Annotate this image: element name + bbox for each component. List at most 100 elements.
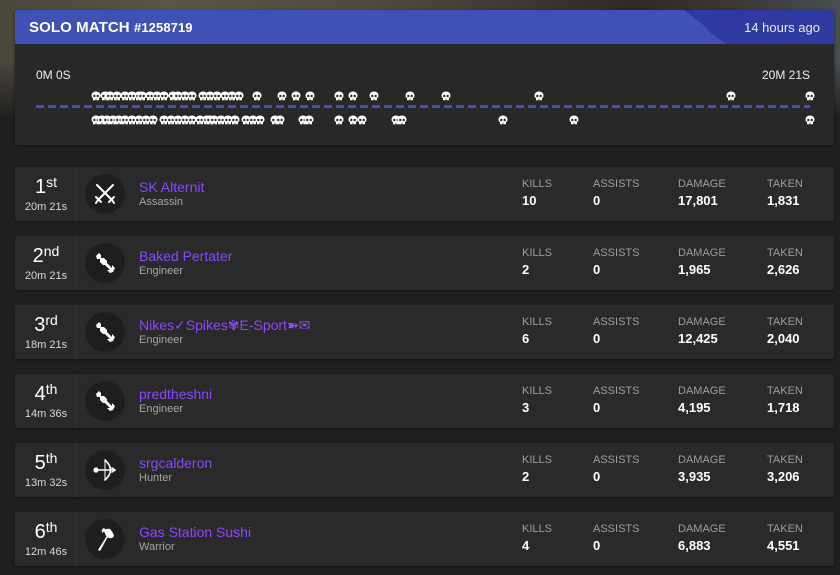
placement-cell: 3rd 18m 21s bbox=[15, 305, 77, 359]
kills-label: KILLS bbox=[522, 178, 552, 190]
assists-stat: ASSISTS 0 bbox=[593, 454, 639, 484]
kills-stat: KILLS 2 bbox=[522, 454, 552, 484]
assists-value: 0 bbox=[593, 262, 601, 277]
kill-skull-icon[interactable] bbox=[441, 88, 451, 101]
taken-stat: TAKEN 2,040 bbox=[767, 316, 803, 346]
assists-stat: ASSISTS 0 bbox=[593, 316, 639, 346]
damage-stat: DAMAGE 3,935 bbox=[678, 454, 726, 484]
assists-value: 0 bbox=[593, 400, 601, 415]
assists-stat: ASSISTS 0 bbox=[593, 247, 639, 277]
kill-skull-icon[interactable] bbox=[805, 88, 815, 101]
kill-skull-icon[interactable] bbox=[230, 112, 240, 125]
damage-stat: DAMAGE 4,195 bbox=[678, 385, 726, 415]
kill-skull-icon[interactable] bbox=[277, 88, 287, 101]
damage-label: DAMAGE bbox=[678, 385, 726, 397]
placement: 3rd bbox=[34, 312, 58, 336]
assists-label: ASSISTS bbox=[593, 454, 640, 466]
kills-value: 6 bbox=[522, 331, 530, 346]
kills-label: KILLS bbox=[522, 316, 552, 328]
class-avatar bbox=[85, 243, 125, 283]
player-name[interactable]: SK Alternit bbox=[139, 179, 204, 195]
kill-skull-icon[interactable] bbox=[357, 112, 367, 125]
taken-value: 4,551 bbox=[767, 538, 800, 553]
damage-label: DAMAGE bbox=[678, 178, 726, 190]
damage-value: 17,801 bbox=[678, 193, 718, 208]
player-name[interactable]: Baked Pertater bbox=[139, 248, 232, 264]
taken-stat: TAKEN 3,206 bbox=[767, 454, 803, 484]
kill-skull-icon[interactable] bbox=[187, 88, 197, 101]
bow-icon bbox=[92, 457, 118, 483]
kills-stat: KILLS 6 bbox=[522, 316, 552, 346]
kill-skull-icon[interactable] bbox=[397, 112, 407, 125]
kill-skull-icon[interactable] bbox=[234, 88, 244, 101]
timeline-end-label: 20M 21S bbox=[761, 68, 810, 82]
kill-skull-icon[interactable] bbox=[252, 88, 262, 101]
survival-time: 20m 21s bbox=[24, 201, 68, 213]
kill-skull-icon[interactable] bbox=[148, 112, 158, 125]
damage-value: 4,195 bbox=[678, 400, 711, 415]
class-avatar bbox=[85, 519, 125, 559]
taken-label: TAKEN bbox=[767, 385, 803, 397]
kill-skull-icon[interactable] bbox=[498, 112, 508, 125]
kills-value: 2 bbox=[522, 469, 530, 484]
timeline-start-label: 0M 0S bbox=[36, 68, 71, 82]
damage-stat: DAMAGE 17,801 bbox=[678, 178, 726, 208]
placement-cell: 1st 20m 21s bbox=[15, 167, 77, 221]
player-name[interactable]: Gas Station Sushi bbox=[139, 524, 251, 540]
damage-stat: DAMAGE 6,883 bbox=[678, 523, 726, 553]
survival-time: 14m 36s bbox=[24, 408, 68, 420]
assists-value: 0 bbox=[593, 193, 601, 208]
kill-skull-icon[interactable] bbox=[275, 112, 285, 125]
kill-skull-icon[interactable] bbox=[726, 88, 736, 101]
assists-label: ASSISTS bbox=[593, 247, 640, 259]
kill-skull-icon[interactable] bbox=[334, 88, 344, 101]
taken-value: 3,206 bbox=[767, 469, 800, 484]
taken-label: TAKEN bbox=[767, 454, 803, 466]
kills-label: KILLS bbox=[522, 247, 552, 259]
kill-skull-icon[interactable] bbox=[348, 88, 358, 101]
player-row[interactable]: 6th 12m 46s Gas Station Sushi Warrior KI… bbox=[15, 512, 834, 566]
kill-skull-icon[interactable] bbox=[569, 112, 579, 125]
kills-label: KILLS bbox=[522, 385, 552, 397]
kill-skull-icon[interactable] bbox=[369, 88, 379, 101]
wrench-icon bbox=[92, 388, 118, 414]
kill-skull-icon[interactable] bbox=[534, 88, 544, 101]
player-name[interactable]: srgcalderon bbox=[139, 455, 212, 471]
damage-label: DAMAGE bbox=[678, 523, 726, 535]
assists-stat: ASSISTS 0 bbox=[593, 385, 639, 415]
kill-skull-icon[interactable] bbox=[291, 88, 301, 101]
match-summary-card: SOLO MATCH #1258719 14 hours ago 0M 0S 2… bbox=[15, 10, 834, 145]
survival-time: 18m 21s bbox=[24, 339, 68, 351]
kill-skull-icon[interactable] bbox=[405, 88, 415, 101]
placement: 4th bbox=[34, 381, 58, 405]
wrench-icon bbox=[92, 250, 118, 276]
player-row[interactable]: 4th 14m 36s predtheshni Engineer KILLS 3… bbox=[15, 374, 834, 428]
taken-value: 1,718 bbox=[767, 400, 800, 415]
kill-skull-icon[interactable] bbox=[305, 88, 315, 101]
player-row[interactable]: 3rd 18m 21s Nikes✓Spikes✾E-Sport➽✉ Engin… bbox=[15, 305, 834, 359]
kill-skull-icon[interactable] bbox=[805, 112, 815, 125]
player-class: Engineer bbox=[139, 334, 184, 346]
kills-value: 10 bbox=[522, 193, 537, 208]
damage-label: DAMAGE bbox=[678, 316, 726, 328]
survival-time: 13m 32s bbox=[24, 477, 68, 489]
crossed-swords-icon bbox=[92, 181, 118, 207]
survival-time: 12m 46s bbox=[24, 546, 68, 558]
player-row[interactable]: 2nd 20m 21s Baked Pertater Engineer KILL… bbox=[15, 236, 834, 290]
damage-label: DAMAGE bbox=[678, 454, 726, 466]
taken-stat: TAKEN 2,626 bbox=[767, 247, 803, 277]
kill-timeline: 0M 0S 20M 21S bbox=[15, 44, 834, 145]
class-avatar bbox=[85, 312, 125, 352]
kill-skull-icon[interactable] bbox=[255, 112, 265, 125]
kill-skull-icon[interactable] bbox=[334, 112, 344, 125]
player-class: Warrior bbox=[139, 541, 175, 553]
player-name[interactable]: Nikes✓Spikes✾E-Sport➽✉ bbox=[139, 317, 310, 334]
match-header: SOLO MATCH #1258719 14 hours ago bbox=[15, 10, 834, 44]
player-row[interactable]: 1st 20m 21s SK Alternit Assassin KILLS 1… bbox=[15, 167, 834, 221]
axe-icon bbox=[92, 526, 118, 552]
placement: 1st bbox=[34, 174, 57, 198]
kill-skull-icon[interactable] bbox=[304, 112, 314, 125]
player-name[interactable]: predtheshni bbox=[139, 386, 212, 402]
player-row[interactable]: 5th 13m 32s srgcalderon Hunter KILLS 2 A… bbox=[15, 443, 834, 497]
taken-stat: TAKEN 1,718 bbox=[767, 385, 803, 415]
